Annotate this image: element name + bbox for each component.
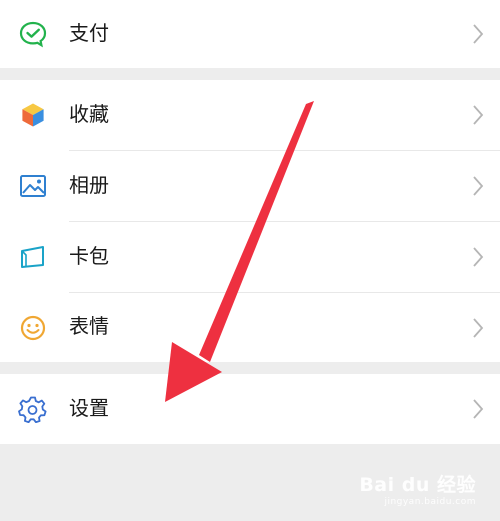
menu-item-favorites[interactable]: 收藏 bbox=[0, 80, 500, 150]
chevron-right-icon bbox=[472, 23, 484, 45]
chevron-right-icon bbox=[472, 398, 484, 420]
menu-item-pay[interactable]: 支付 bbox=[0, 0, 500, 68]
menu-item-album-label: 相册 bbox=[69, 175, 109, 197]
wechat-pay-icon bbox=[18, 20, 48, 48]
chevron-right-icon bbox=[472, 317, 484, 339]
pay-group: 支付 bbox=[0, 0, 500, 68]
menu-item-pay-label: 支付 bbox=[69, 23, 109, 45]
baidu-watermark: Bai du 经验 jingyan.baidu.com bbox=[359, 470, 476, 507]
watermark-logo-text: Bai du 经验 bbox=[359, 474, 476, 496]
chevron-right-icon bbox=[472, 246, 484, 268]
watermark-sub-text: jingyan.baidu.com bbox=[384, 497, 476, 507]
menu-item-stickers-label: 表情 bbox=[69, 316, 109, 338]
image-icon bbox=[18, 172, 48, 200]
main-group: 收藏 相册 卡包 表情 bbox=[0, 80, 500, 362]
menu-item-settings-label: 设置 bbox=[69, 398, 109, 420]
chevron-right-icon bbox=[472, 104, 484, 126]
smile-icon bbox=[18, 314, 48, 342]
menu-item-cards[interactable]: 卡包 bbox=[0, 222, 500, 292]
menu-item-favorites-label: 收藏 bbox=[69, 104, 109, 126]
card-icon bbox=[18, 243, 48, 271]
chevron-right-icon bbox=[472, 175, 484, 197]
settings-group: 设置 bbox=[0, 374, 500, 444]
cube-icon bbox=[18, 101, 48, 129]
menu-item-settings[interactable]: 设置 bbox=[0, 374, 500, 444]
menu-item-cards-label: 卡包 bbox=[69, 246, 109, 268]
menu-item-album[interactable]: 相册 bbox=[0, 151, 500, 221]
gear-icon bbox=[18, 395, 48, 423]
menu-item-stickers[interactable]: 表情 bbox=[0, 293, 500, 362]
